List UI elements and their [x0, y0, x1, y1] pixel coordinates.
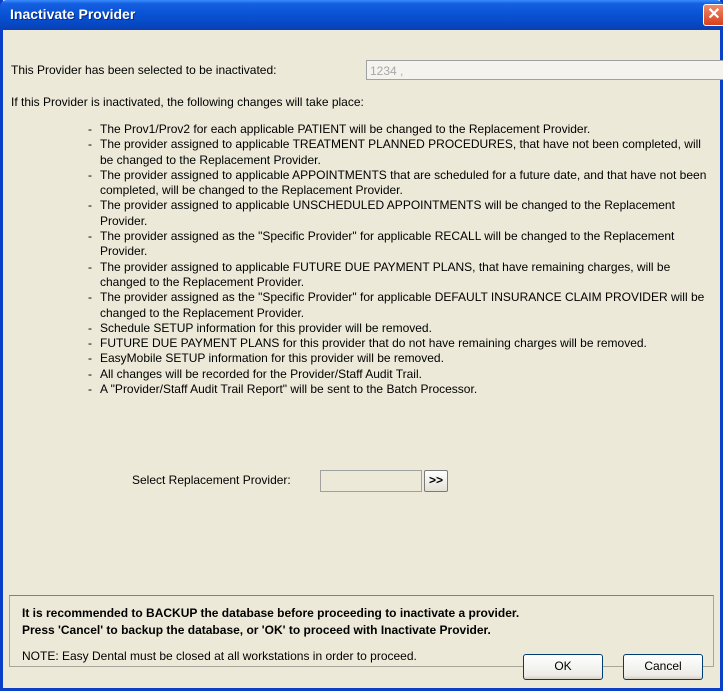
backup-warning-box: It is recommended to BACKUP the database… — [9, 595, 714, 667]
replacement-provider-label: Select Replacement Provider: — [132, 473, 291, 487]
backup-warning-line2: Press 'Cancel' to backup the database, o… — [22, 623, 491, 637]
inactivate-provider-dialog: Inactivate Provider ✕ This Provider has … — [0, 0, 723, 691]
change-item: The provider assigned to applicable APPO… — [88, 168, 713, 199]
dialog-content: This Provider has been selected to be in… — [3, 30, 723, 688]
selected-provider-field: 1234 , — [366, 60, 723, 80]
ok-button[interactable]: OK — [523, 654, 603, 680]
selected-provider-label: This Provider has been selected to be in… — [11, 63, 277, 77]
workstation-note: NOTE: Easy Dental must be closed at all … — [22, 649, 417, 663]
close-icon[interactable]: ✕ — [703, 4, 723, 26]
title-bar[interactable]: Inactivate Provider ✕ — [0, 0, 723, 30]
change-item: The provider assigned as the "Specific P… — [88, 229, 713, 260]
change-item: Schedule SETUP information for this prov… — [88, 321, 713, 337]
cancel-button[interactable]: Cancel — [623, 654, 703, 680]
change-item: The provider assigned to applicable FUTU… — [88, 260, 713, 291]
change-item: The Prov1/Prov2 for each applicable PATI… — [88, 122, 713, 138]
change-item: The provider assigned to applicable TREA… — [88, 137, 713, 168]
change-item: The provider assigned as the "Specific P… — [88, 290, 713, 321]
change-item: The provider assigned to applicable UNSC… — [88, 198, 713, 229]
change-item: FUTURE DUE PAYMENT PLANS for this provid… — [88, 336, 713, 352]
change-item: A "Provider/Staff Audit Trail Report" wi… — [88, 382, 713, 398]
replacement-provider-field[interactable] — [320, 470, 422, 492]
changes-list: The Prov1/Prov2 for each applicable PATI… — [88, 122, 713, 398]
dialog-title: Inactivate Provider — [10, 6, 136, 22]
backup-warning-line1: It is recommended to BACKUP the database… — [22, 606, 520, 620]
changes-intro: If this Provider is inactivated, the fol… — [11, 95, 364, 109]
change-item: EasyMobile SETUP information for this pr… — [88, 351, 713, 367]
select-replacement-button[interactable]: >> — [424, 470, 448, 492]
change-item: All changes will be recorded for the Pro… — [88, 367, 713, 383]
